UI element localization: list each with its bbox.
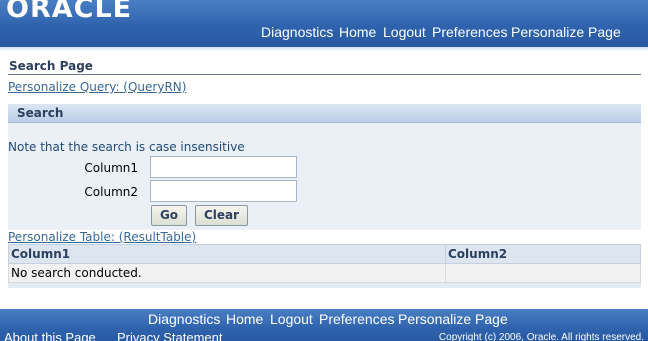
column1-input[interactable] — [150, 156, 297, 178]
column2-header[interactable]: Column2 — [445, 244, 641, 264]
header-preferences-link[interactable]: Preferences — [432, 24, 507, 40]
column2-label: Column2 — [84, 185, 138, 199]
global-footer: Diagnostics Home Logout Preferences Pers… — [0, 309, 648, 341]
footer-logout-link[interactable]: Logout — [270, 311, 313, 327]
column2-input[interactable] — [150, 180, 297, 202]
footer-preferences-link[interactable]: Preferences — [319, 311, 394, 327]
go-button[interactable]: Go — [151, 205, 187, 226]
search-region-header: Search — [8, 104, 641, 123]
personalize-table-link[interactable]: Personalize Table: (ResultTable) — [8, 230, 196, 244]
about-this-page-link[interactable]: About this Page — [4, 330, 96, 341]
privacy-statement-link[interactable]: Privacy Statement — [117, 330, 223, 341]
personalize-query-link[interactable]: Personalize Query: (QueryRN) — [8, 80, 186, 94]
page-title: Search Page — [9, 59, 93, 73]
table-footer-bar — [8, 283, 641, 288]
column1-header[interactable]: Column1 — [8, 244, 446, 264]
global-header: ORACLE Diagnostics Home Logout Preferenc… — [0, 0, 648, 47]
copyright-text: Copyright (c) 2006, Oracle. All rights r… — [438, 332, 644, 341]
footer-personalize-page-link[interactable]: Personalize Page — [398, 311, 508, 327]
empty-message: No search conducted. — [8, 263, 446, 283]
search-region-title: Search — [17, 106, 64, 120]
header-logout-link[interactable]: Logout — [383, 24, 426, 40]
oracle-logo: ORACLE — [6, 0, 133, 24]
table-row: No search conducted. — [8, 263, 641, 283]
header-divider — [0, 47, 648, 51]
footer-diagnostics-link[interactable]: Diagnostics — [148, 311, 220, 327]
title-divider — [8, 74, 641, 75]
result-table: Column1 Column2 No search conducted. — [8, 244, 641, 283]
header-home-link[interactable]: Home — [339, 24, 376, 40]
search-note: Note that the search is case insensitive — [8, 140, 245, 154]
table-header-row: Column1 Column2 — [8, 244, 641, 264]
header-diagnostics-link[interactable]: Diagnostics — [261, 24, 333, 40]
empty-cell — [445, 263, 641, 283]
clear-button[interactable]: Clear — [195, 205, 248, 226]
footer-home-link[interactable]: Home — [226, 311, 263, 327]
header-personalize-page-link[interactable]: Personalize Page — [511, 24, 621, 40]
column1-label: Column1 — [84, 161, 138, 175]
